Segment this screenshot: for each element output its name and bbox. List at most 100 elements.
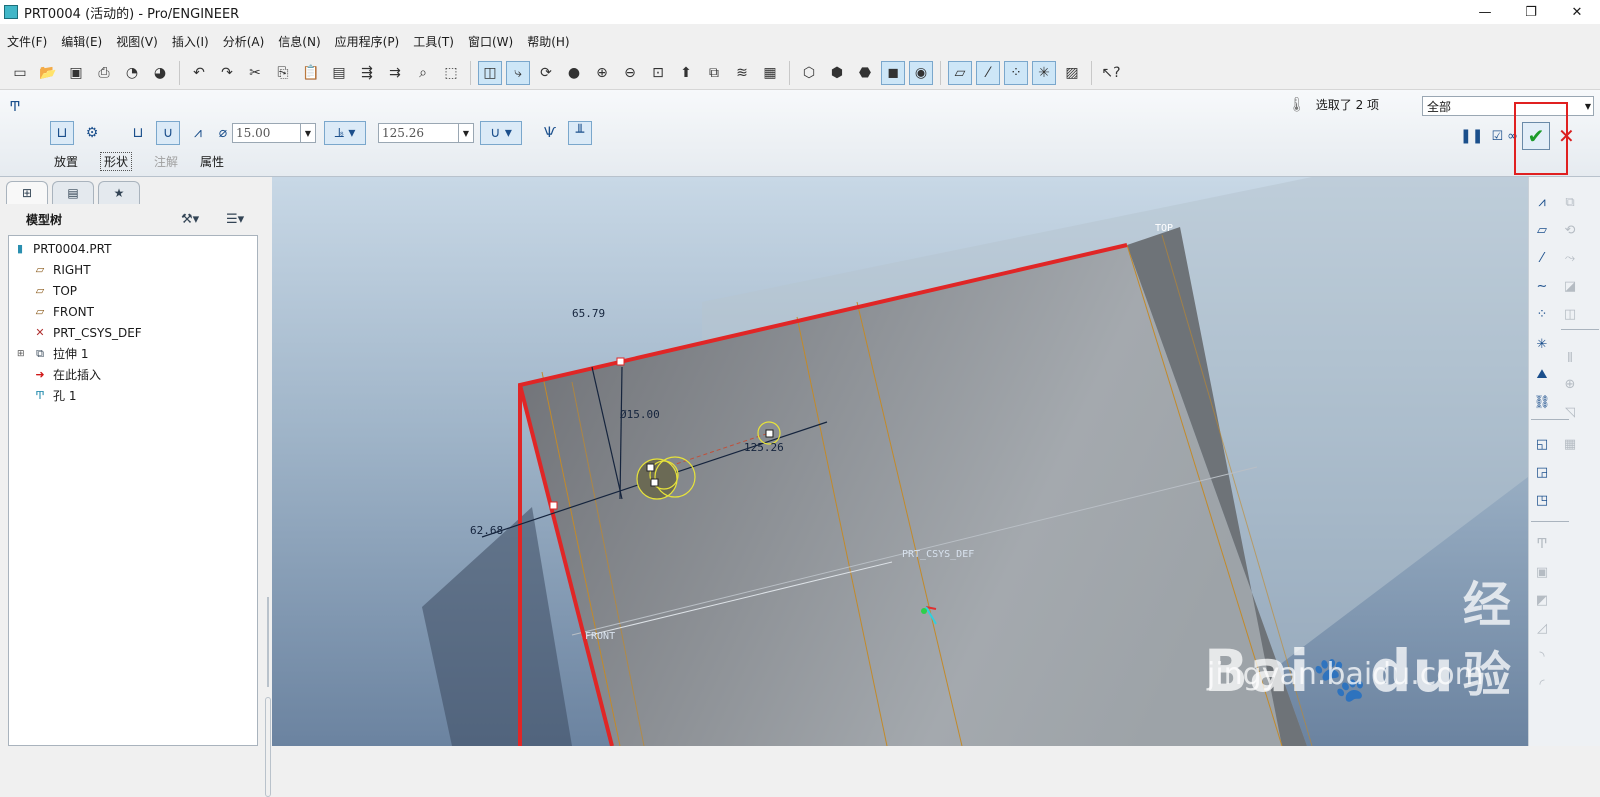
tree-item-right[interactable]: ▱ RIGHT: [9, 259, 257, 280]
enhanced-realism-icon[interactable]: ◉: [909, 60, 933, 85]
sketch-tool-icon[interactable]: ⩘: [1531, 191, 1553, 213]
datum-axis-tool-icon[interactable]: ⁄: [1531, 247, 1553, 269]
rib-tool-icon[interactable]: ◳: [1531, 489, 1553, 511]
datum-display-icon[interactable]: ◫: [478, 60, 502, 85]
hidden-line-icon[interactable]: ⬢: [825, 61, 849, 85]
straight-hole-button[interactable]: ⊔: [50, 121, 74, 145]
panel-splitter[interactable]: [265, 597, 271, 797]
regenerate-icon[interactable]: ⇶: [355, 61, 379, 85]
csys-on-icon[interactable]: ✳: [1032, 60, 1056, 85]
merge-tool-icon[interactable]: ⊕: [1559, 373, 1581, 395]
round-tool-icon[interactable]: ◿: [1531, 617, 1553, 639]
cut-icon[interactable]: ✂: [243, 61, 267, 85]
undo-icon[interactable]: ↶: [187, 61, 211, 85]
graphics-window[interactable]: 65.79 Ø15.00 125.26 62.68 TOP PRT_CSYS_D…: [272, 177, 1528, 746]
datum-planes-on-icon[interactable]: ▱: [948, 60, 972, 85]
mirror-tool-icon[interactable]: ⫴: [1559, 347, 1581, 369]
placement-handle[interactable]: [616, 357, 625, 366]
menu-applications[interactable]: 应用程序(P): [328, 33, 407, 50]
chevron-down-icon[interactable]: ▼: [458, 124, 473, 142]
saved-views-icon[interactable]: ⧉: [702, 61, 726, 85]
diameter-field[interactable]: 15.00 ▼: [232, 123, 316, 143]
send-mail-icon[interactable]: ◔: [120, 61, 144, 85]
menu-insert[interactable]: 插入(I): [165, 33, 216, 50]
depth-option-button[interactable]: ⫡ ▾: [324, 121, 366, 145]
menu-edit[interactable]: 编辑(E): [54, 33, 109, 50]
menu-file[interactable]: 文件(F): [0, 33, 54, 50]
standard-profile-button[interactable]: ∪: [156, 121, 180, 145]
select-box-icon[interactable]: ⬚: [439, 61, 463, 85]
wireframe-icon[interactable]: ⬡: [797, 61, 821, 85]
verify-checkbox-icon[interactable]: ☑: [1491, 129, 1503, 144]
zoom-in-icon[interactable]: ⊕: [590, 61, 614, 85]
tree-item-csys[interactable]: ✕ PRT_CSYS_DEF: [9, 322, 257, 343]
send-mail-attach-icon[interactable]: ◕: [148, 61, 172, 85]
depth-field[interactable]: 125.26 ▼: [378, 123, 474, 143]
depth-two-option-button[interactable]: ∪ ▾: [480, 121, 522, 145]
menu-tools[interactable]: 工具(T): [406, 33, 461, 50]
drag-handle[interactable]: [650, 478, 659, 487]
blend-tool-icon[interactable]: ◪: [1559, 275, 1581, 297]
expand-icon[interactable]: ⊞: [17, 349, 27, 359]
boundary-tool-icon[interactable]: ◫: [1559, 303, 1581, 325]
draft-tool-icon[interactable]: ◩: [1531, 589, 1553, 611]
dim-top-text[interactable]: 65.79: [572, 307, 605, 320]
pause-icon[interactable]: ❚❚: [1460, 128, 1483, 144]
chevron-down-icon[interactable]: ▼: [1585, 102, 1591, 111]
open-file-icon[interactable]: 📂: [36, 61, 60, 85]
print-icon[interactable]: ⎙: [92, 61, 116, 85]
dim-diameter-text[interactable]: Ø15.00: [620, 408, 660, 421]
tree-show-icon[interactable]: ☰▾: [226, 212, 244, 227]
tree-settings-icon[interactable]: ⚒▾: [181, 212, 199, 227]
hole-tool-icon[interactable]: Ͳ: [1531, 533, 1553, 555]
tree-item-hole[interactable]: Ͳ 孔 1: [9, 385, 257, 406]
datum-curve-tool-icon[interactable]: ∼: [1531, 275, 1553, 297]
dim-left-text[interactable]: 62.68: [470, 524, 503, 537]
menu-view[interactable]: 视图(V): [109, 33, 165, 50]
refit-icon[interactable]: ⊡: [646, 61, 670, 85]
tab-placement[interactable]: 放置: [54, 153, 78, 170]
standard-hole-button[interactable]: ⚙: [80, 121, 104, 145]
no-hidden-icon[interactable]: ⬣: [853, 61, 877, 85]
pattern-tool-icon[interactable]: ▦: [1559, 433, 1581, 455]
view-manager-icon[interactable]: ▦: [758, 61, 782, 85]
edge-round-icon[interactable]: ◝: [1531, 645, 1553, 667]
chamfer-tool-icon[interactable]: ◜: [1531, 673, 1553, 695]
sketch-profile-button[interactable]: ⩘: [186, 121, 210, 145]
tree-item-extrude[interactable]: ⊞ ⧉ 拉伸 1: [9, 343, 257, 364]
chevron-down-icon[interactable]: ▼: [300, 124, 315, 142]
shell-tool-icon[interactable]: ◲: [1531, 461, 1553, 483]
analysis-feature-icon[interactable]: ⛰: [1531, 363, 1553, 385]
tab-shape[interactable]: 形状: [100, 152, 133, 171]
minimize-button[interactable]: —: [1462, 0, 1508, 24]
spin-center-icon[interactable]: ⤷: [506, 60, 530, 85]
datum-axes-on-icon[interactable]: ⁄: [976, 60, 1000, 85]
chain-tool-icon[interactable]: ⛓: [1531, 391, 1553, 413]
tapped-icon[interactable]: ╨: [568, 121, 592, 145]
tree-item-part[interactable]: ▮ PRT0004.PRT: [9, 238, 257, 259]
dim-depth-text[interactable]: 125.26: [744, 441, 784, 454]
revolve-tool-icon[interactable]: ⟲: [1559, 219, 1581, 241]
menu-help[interactable]: 帮助(H): [520, 33, 576, 50]
zoom-out-icon[interactable]: ⊖: [618, 61, 642, 85]
shaded-icon[interactable]: ◼: [881, 60, 905, 85]
layers-icon[interactable]: ≋: [730, 61, 754, 85]
annotations-icon[interactable]: ▨: [1060, 61, 1084, 85]
menu-info[interactable]: 信息(N): [271, 33, 327, 50]
tab-model-tree-icon[interactable]: ⊞: [6, 181, 48, 204]
tree-item-front[interactable]: ▱ FRONT: [9, 301, 257, 322]
tab-favorites-icon[interactable]: ★: [98, 181, 140, 204]
drag-handle[interactable]: [765, 429, 774, 438]
regen-manager-icon[interactable]: ⇉: [383, 61, 407, 85]
find-icon[interactable]: ⌕: [411, 61, 435, 85]
save-icon[interactable]: ▣: [64, 61, 88, 85]
datum-points-on-icon[interactable]: ⁘: [1004, 60, 1028, 85]
orient-mode-icon[interactable]: ⟳: [534, 61, 558, 85]
datum-point-tool-icon[interactable]: ⁘: [1531, 303, 1553, 325]
tab-note[interactable]: 注解: [154, 153, 178, 170]
insert-hole-icon[interactable]: ◱: [1531, 433, 1553, 455]
reorient-icon[interactable]: ⬆: [674, 61, 698, 85]
context-help-icon[interactable]: ↖?: [1099, 61, 1123, 85]
drag-handle[interactable]: [646, 463, 655, 472]
copy-icon[interactable]: ⎘: [271, 61, 295, 85]
